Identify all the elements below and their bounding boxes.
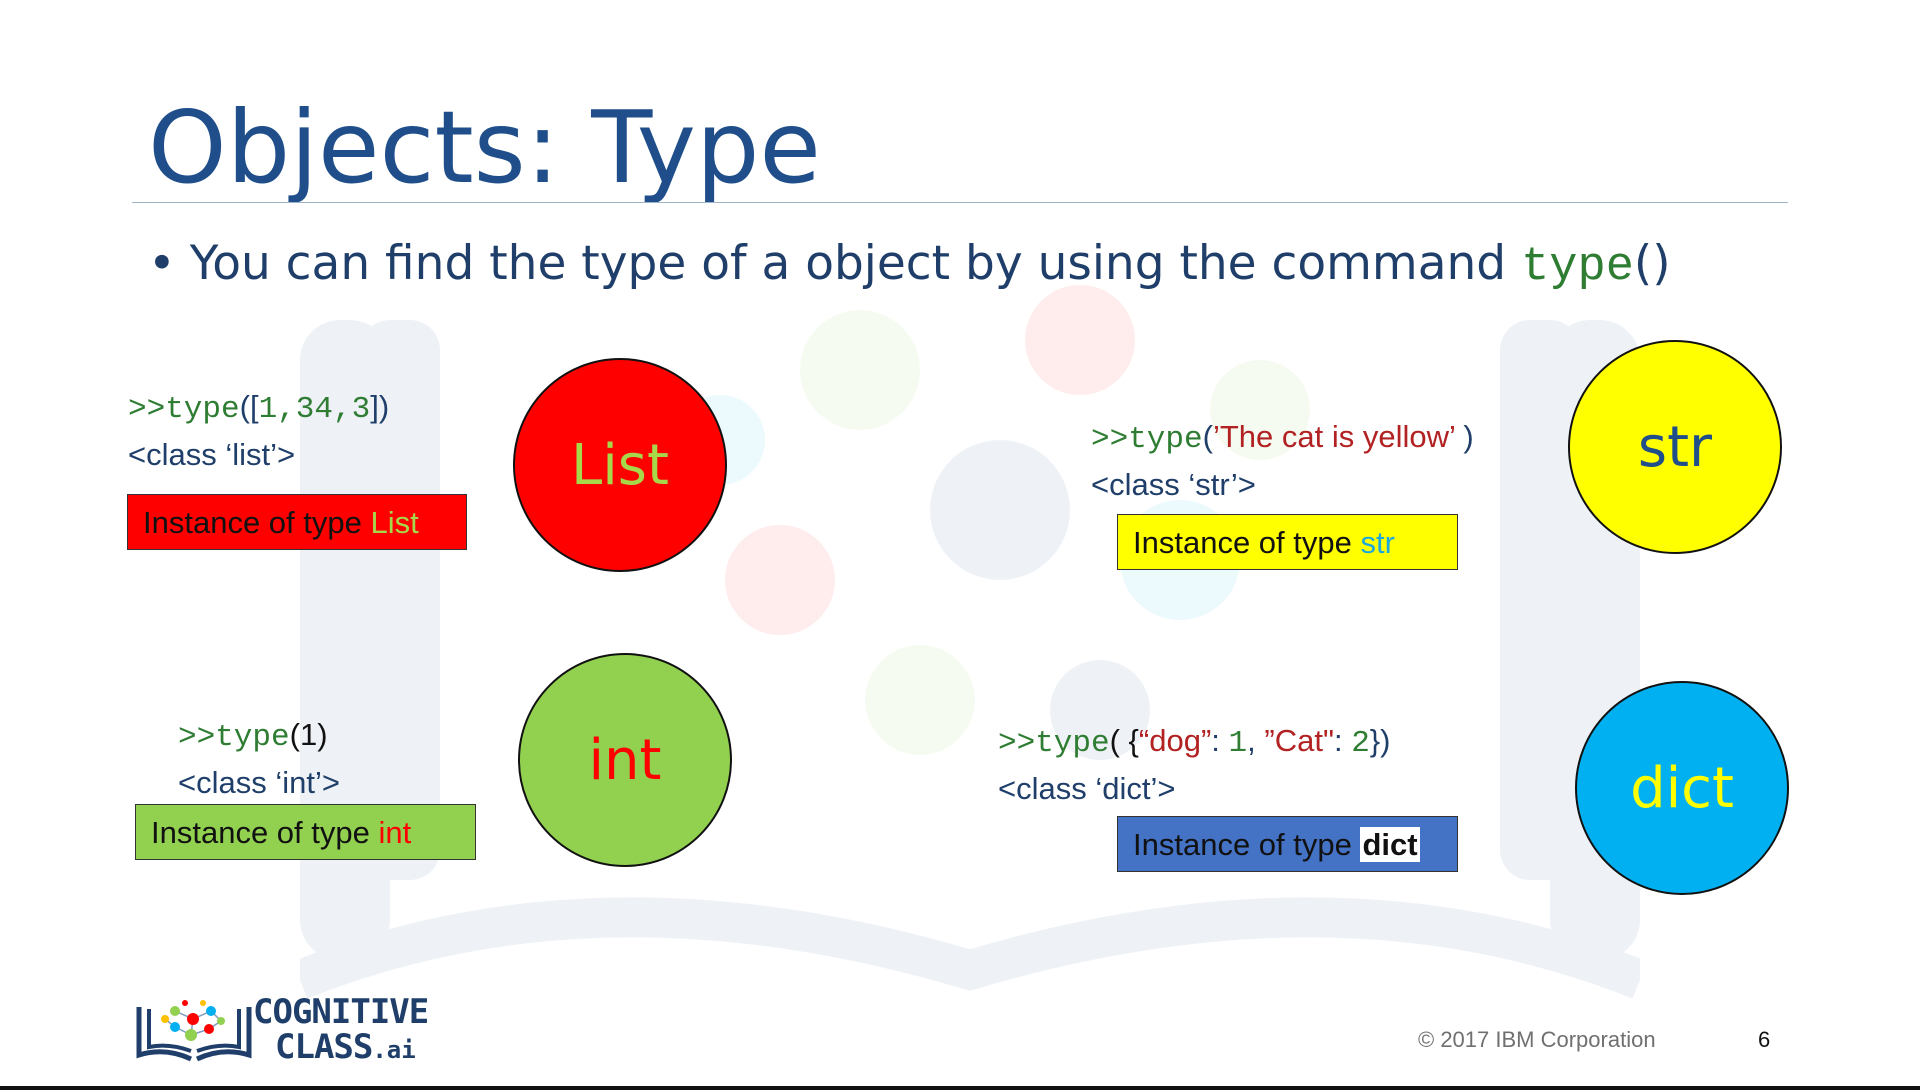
dict-circle: dict <box>1575 681 1789 895</box>
bullet-point: • You can find the type of a object by us… <box>148 236 1671 294</box>
logo-wordmark: COGNITIVE CLASS.ai <box>253 992 429 1068</box>
slide: Objects: Type • You can find the type of … <box>0 0 1920 1086</box>
dict-code-block: >>type( {“dog”: 1, ”Cat": 2}) <class ‘di… <box>998 718 1390 811</box>
page-number: 6 <box>1758 1027 1771 1052</box>
str-instance-box: Instance of type str <box>1117 514 1458 570</box>
title-divider <box>132 202 1788 203</box>
dict-instance-box: Instance of type dict <box>1117 816 1458 872</box>
str-circle: str <box>1568 340 1782 554</box>
cognitive-class-logo: COGNITIVE CLASS.ai <box>135 995 455 1070</box>
bullet-suffix: () <box>1633 236 1671 291</box>
bottom-border <box>0 1086 1920 1090</box>
dict-result: <class ‘dict’> <box>998 771 1176 806</box>
int-result: <class ‘int’> <box>178 765 340 800</box>
str-code-block: >>type(’The cat is yellow’ ) <class ‘str… <box>1091 414 1474 507</box>
copyright-text: © 2017 IBM Corporation <box>1418 1027 1656 1052</box>
bullet-marker: • <box>148 236 176 291</box>
int-circle: int <box>518 653 732 867</box>
dict-command: >>type( {“dog”: 1, ”Cat": 2}) <box>998 723 1391 761</box>
bullet-code: type <box>1521 241 1634 294</box>
book-network-icon <box>136 1000 252 1062</box>
list-code-block: >>type([1,34,3]) <class ‘list’> <box>128 384 389 477</box>
slide-title: Objects: Type <box>148 89 821 206</box>
logo-line1: COGNITIVE <box>253 992 429 1032</box>
list-instance-box: Instance of type List <box>127 494 467 550</box>
int-command: >>type(1) <box>178 717 328 755</box>
background-watermark-icon <box>300 285 1640 999</box>
list-circle: List <box>513 358 727 572</box>
str-result: <class ‘str’> <box>1091 467 1256 502</box>
bullet-text: You can find the type of a object by usi… <box>189 236 1522 291</box>
int-code-block: >>type(1) <class ‘int’> <box>178 712 340 805</box>
list-command: >>type([1,34,3]) <box>128 389 390 427</box>
logo-line2: CLASS.ai <box>275 1027 416 1067</box>
int-instance-box: Instance of type int <box>135 804 476 860</box>
str-command: >>type(’The cat is yellow’ ) <box>1091 419 1474 457</box>
list-result: <class ‘list’> <box>128 437 296 472</box>
